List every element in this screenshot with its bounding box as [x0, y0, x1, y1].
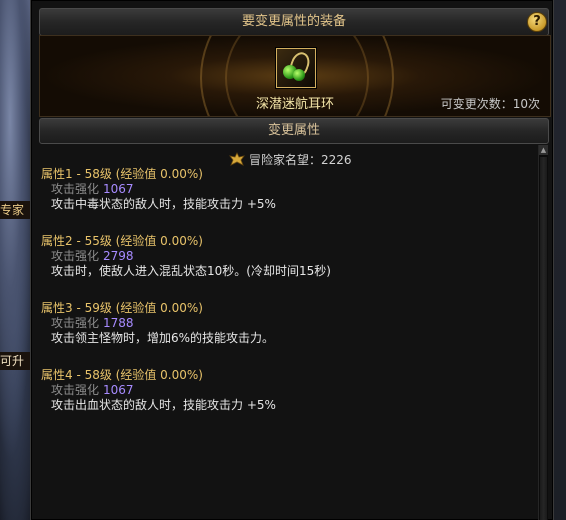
attribute-stat: 攻击强化 1067 [41, 383, 276, 398]
fame-label: 冒险家名望：2226 [249, 153, 352, 167]
earring-icon[interactable] [276, 48, 316, 88]
attribute-title: 属性2 - 55级 (经验值 0.00%) [41, 234, 203, 248]
change-count: 可变更次数：10次 [440, 97, 540, 111]
attribute-description: 攻击时，使敌人进入混乱状态10秒。(冷却时间15秒) [51, 264, 331, 278]
stat-label: 攻击强化 [51, 316, 100, 330]
dialog-title: 要变更属性的装备 [39, 8, 549, 36]
attribute-title: 属性4 - 58级 (经验值 0.00%) [41, 368, 203, 382]
attribute-title: 属性3 - 59级 (经验值 0.00%) [41, 301, 203, 315]
stat-value: 1067 [103, 383, 134, 397]
scrollbar[interactable]: ▲ [538, 145, 548, 520]
attribute-stat: 攻击强化 1788 [41, 316, 274, 331]
stat-value: 1067 [103, 182, 134, 196]
attribute-entry: 属性2 - 55级 (经验值 0.00%) 攻击强化 2798 攻击时，使敌人进入… [41, 234, 331, 279]
scroll-up-icon[interactable]: ▲ [539, 145, 548, 155]
equipment-panel: 深潜迷航耳环 可变更次数：10次 [39, 35, 551, 117]
stat-label: 攻击强化 [51, 182, 100, 196]
attribute-entry: 属性4 - 58级 (经验值 0.00%) 攻击强化 1067 攻击出血状态的敌人… [41, 368, 276, 413]
stat-value: 2798 [103, 249, 134, 263]
attribute-entry: 属性1 - 58级 (经验值 0.00%) 攻击强化 1067 攻击中毒状态的敌人… [41, 167, 276, 212]
attribute-entry: 属性3 - 59级 (经验值 0.00%) 攻击强化 1788 攻击领主怪物时，增… [41, 301, 274, 346]
fame-crest-icon [229, 152, 245, 166]
attribute-description: 攻击中毒状态的敌人时，技能攻击力 +5% [51, 197, 276, 211]
fame-display: 冒险家名望：2226 [229, 151, 352, 168]
section-title: 变更属性 [39, 118, 549, 144]
attribute-change-window: 要变更属性的装备 ? 深潜迷航耳环 可变更次数：10次 变更属性 冒险家名望：2… [30, 0, 554, 520]
attribute-description: 攻击领主怪物时，增加6%的技能攻击力。 [51, 331, 275, 345]
attribute-stat: 攻击强化 2798 [41, 249, 331, 264]
background-right-strip [552, 0, 566, 520]
stat-value: 1788 [103, 316, 134, 330]
stat-label: 攻击强化 [51, 249, 100, 263]
attribute-description: 攻击出血状态的敌人时，技能攻击力 +5% [51, 398, 276, 412]
help-icon[interactable]: ? [527, 12, 547, 32]
item-name: 深潜迷航耳环 [255, 97, 334, 112]
attribute-list: 冒险家名望：2226 属性1 - 58级 (经验值 0.00%) 攻击强化 106… [39, 145, 533, 520]
attribute-title: 属性1 - 58级 (经验值 0.00%) [41, 167, 203, 181]
scroll-thumb[interactable] [540, 157, 547, 520]
attribute-stat: 攻击强化 1067 [41, 182, 276, 197]
stat-label: 攻击强化 [51, 383, 100, 397]
